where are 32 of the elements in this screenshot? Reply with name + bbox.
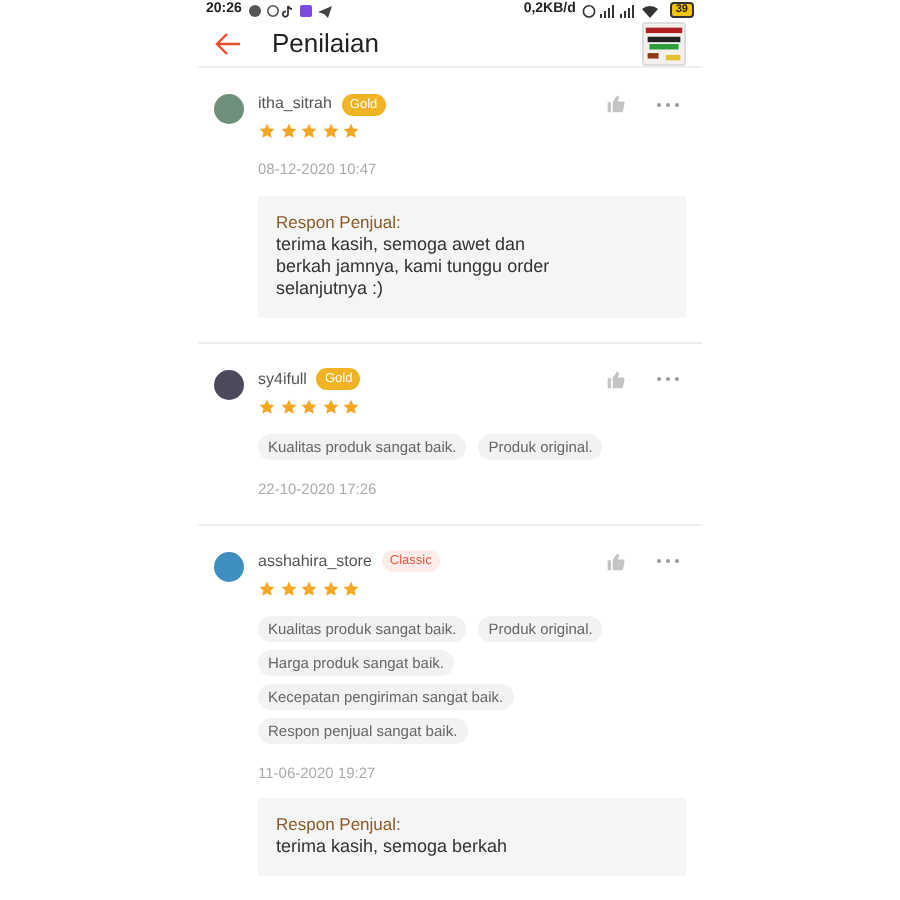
star-icon xyxy=(342,397,360,415)
response-text: terima kasih, semoga berkah xyxy=(276,836,510,858)
response-label: Respon Penjual: xyxy=(276,814,403,836)
star-icon xyxy=(258,579,276,598)
response-text: terima kasih, semoga awet dan berkah jamnya, kami tunggu order selanjutnya :) xyxy=(276,233,552,299)
thumbs-up-icon[interactable] xyxy=(606,369,626,389)
more-icon[interactable] xyxy=(656,558,680,565)
star-icon xyxy=(300,579,318,598)
username: itha_sitrah xyxy=(258,92,332,117)
page-title: Penilaian xyxy=(272,26,379,63)
avatar[interactable] xyxy=(214,369,244,399)
star-icon xyxy=(321,579,339,598)
response-label: Respon Penjual: xyxy=(276,211,403,233)
username: asshahira_store xyxy=(258,549,372,574)
star-icon xyxy=(279,579,297,598)
star-icon xyxy=(279,397,297,415)
star-icon xyxy=(300,397,318,415)
back-arrow-icon[interactable] xyxy=(214,31,242,56)
star-icon xyxy=(300,122,318,141)
username: sy4ifull xyxy=(258,367,307,391)
star-icon xyxy=(279,122,297,141)
star-icon xyxy=(342,122,360,141)
more-icon[interactable] xyxy=(656,376,680,382)
star-icon xyxy=(321,122,339,141)
star-icon xyxy=(258,122,276,141)
more-icon[interactable] xyxy=(656,101,680,108)
thumbs-up-icon[interactable] xyxy=(606,94,626,115)
star-icon xyxy=(342,579,360,598)
star-icon xyxy=(321,397,339,415)
thumbs-up-icon[interactable] xyxy=(606,551,626,572)
notification-icons xyxy=(247,3,336,18)
star-icon xyxy=(258,397,276,415)
